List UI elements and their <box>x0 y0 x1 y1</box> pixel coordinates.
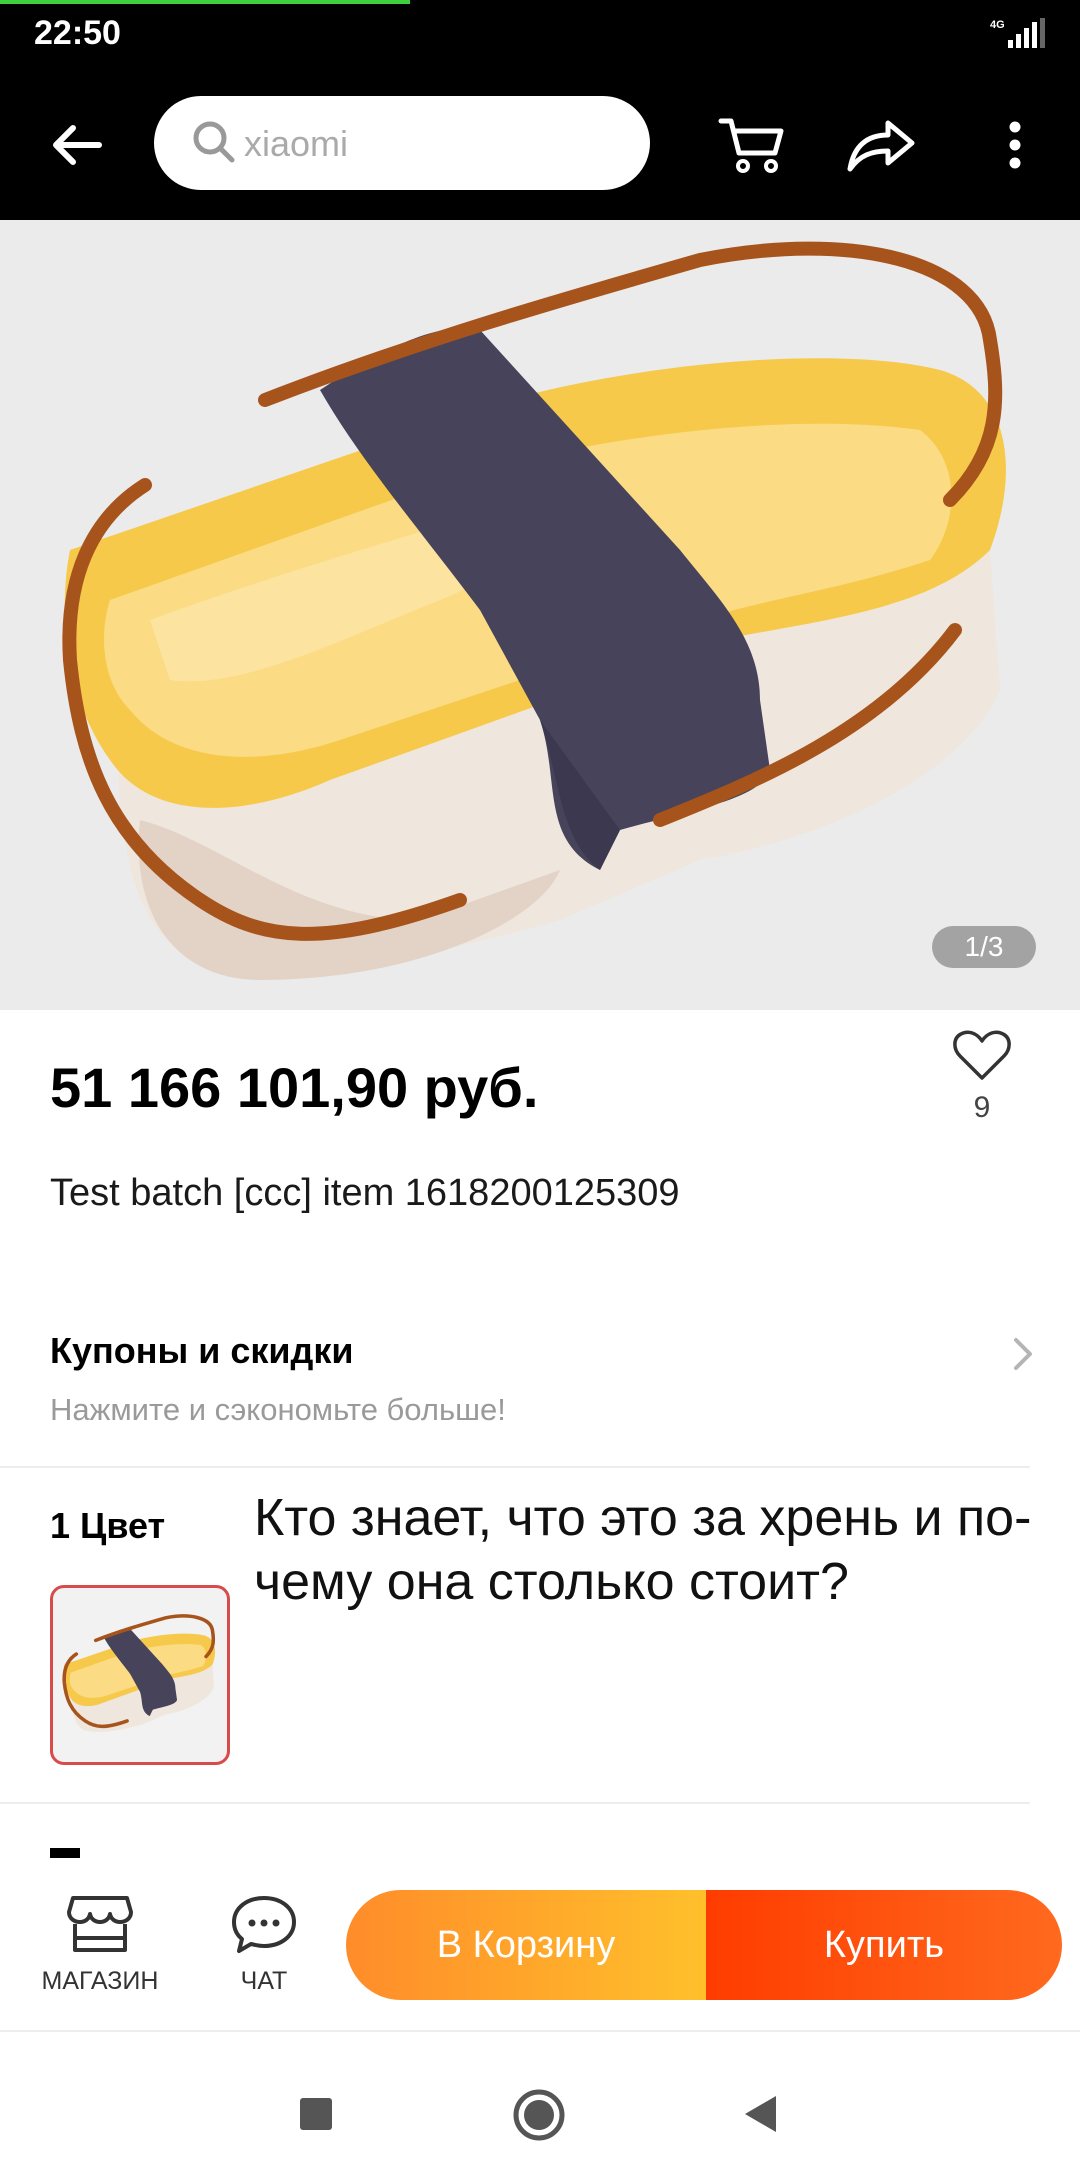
status-bar: 22:50 4G <box>0 0 1080 70</box>
store-icon <box>67 1896 133 1952</box>
favorites-count: 9 <box>973 1091 991 1124</box>
divider <box>0 1802 1030 1804</box>
more-vertical-icon <box>1009 121 1021 169</box>
overlay-question-line-1: Кто знает, что это за хрень и по- <box>254 1489 1032 1547</box>
bottom-action-bar: МАГАЗИН ЧАТ В Корзину Купить <box>0 1866 1080 2030</box>
favorite-button[interactable]: 9 <box>950 1030 1014 1125</box>
search-icon <box>193 121 235 163</box>
search-input[interactable] <box>242 114 626 174</box>
more-options-button[interactable] <box>990 110 1040 180</box>
overlay-question-text: Кто знает, что это за хрень и по- чему о… <box>254 1486 1080 1614</box>
app-bar <box>0 70 1080 220</box>
overlay-question-line-2: чему она столько стоит? <box>254 1553 849 1611</box>
color-variant-label: 1 Цвет <box>50 1505 166 1546</box>
search-bar[interactable] <box>154 96 650 190</box>
next-section-row-partial[interactable] <box>50 1848 80 1858</box>
image-counter: 1/3 <box>932 926 1036 968</box>
chat-button[interactable]: ЧАТ <box>216 1894 312 1996</box>
product-image-gallery[interactable]: 1/3 <box>0 220 1080 1010</box>
recent-apps-button[interactable] <box>298 2096 334 2132</box>
back-nav-button[interactable] <box>742 2094 778 2134</box>
chat-button-label: ЧАТ <box>240 1967 288 1995</box>
product-title: Test batch [ccc] item 1618200125309 <box>50 1172 680 1214</box>
network-type: 4G <box>990 19 1005 31</box>
color-variant-thumbnail[interactable] <box>50 1585 230 1765</box>
share-icon <box>847 120 915 172</box>
cart-button[interactable] <box>712 110 792 180</box>
store-button[interactable]: МАГАЗИН <box>40 1894 160 1996</box>
sushi-product-image <box>62 241 1006 980</box>
divider <box>0 1466 1030 1468</box>
signal-icon: 4G <box>990 18 1045 48</box>
home-button[interactable] <box>512 2088 566 2142</box>
back-arrow-icon <box>53 125 102 165</box>
store-button-label: МАГАЗИН <box>41 1967 159 1995</box>
page-load-progress <box>0 0 410 4</box>
chat-icon <box>232 1896 296 1953</box>
back-button[interactable] <box>40 115 112 175</box>
status-time: 22:50 <box>34 14 121 52</box>
cart-icon <box>718 118 784 173</box>
buy-now-button[interactable]: Купить <box>706 1890 1062 2000</box>
chevron-right-icon <box>1014 1338 1032 1370</box>
product-price: 51 166 101,90 руб. <box>50 1056 539 1119</box>
system-navigation-bar <box>0 2030 1080 2162</box>
share-button[interactable] <box>840 110 920 180</box>
heart-icon <box>953 1030 1011 1080</box>
coupons-subtitle: Нажмите и сэкономьте больше! <box>50 1392 506 1427</box>
sushi-thumbnail-image <box>62 1614 216 1732</box>
add-to-cart-button[interactable]: В Корзину <box>346 1890 706 2000</box>
coupons-title: Купоны и скидки <box>50 1330 354 1371</box>
coupons-row[interactable]: Купоны и скидки Нажмите и сэкономьте бол… <box>0 1300 1080 1466</box>
